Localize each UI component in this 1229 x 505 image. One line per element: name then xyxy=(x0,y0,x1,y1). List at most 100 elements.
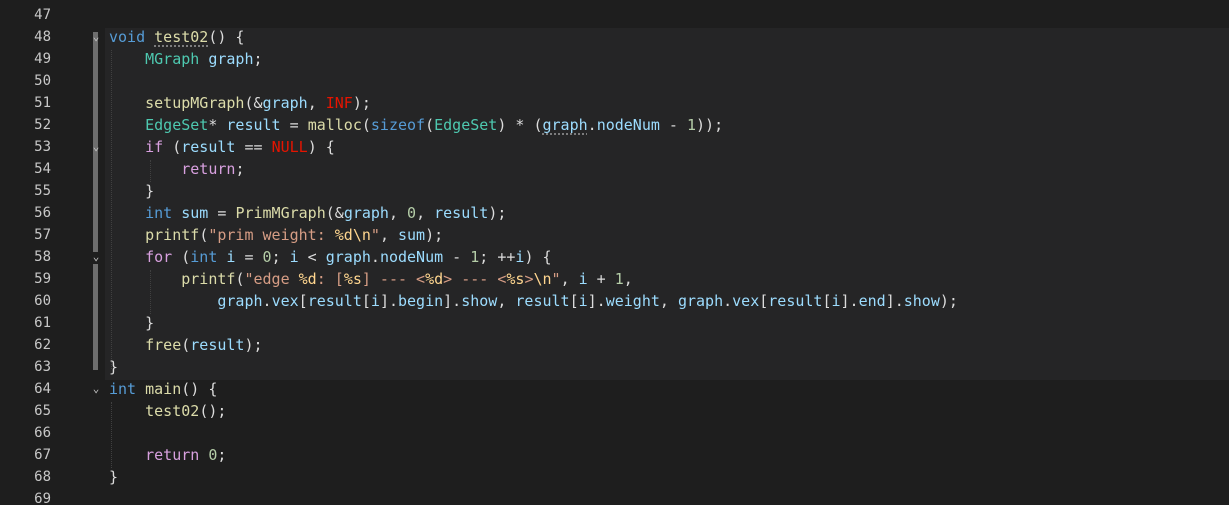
code-token: sizeof xyxy=(370,116,426,134)
code-token: ; xyxy=(271,248,290,266)
code-token: i xyxy=(370,292,380,310)
code-token: ( xyxy=(172,248,191,266)
code-line[interactable]: 63} xyxy=(0,356,1229,378)
code-line[interactable]: 51 setupMGraph(&graph, INF); xyxy=(0,92,1229,114)
code-text: int main() { xyxy=(109,378,217,400)
code-token: , xyxy=(379,226,398,244)
code-token: 1 xyxy=(687,116,697,134)
code-token: , xyxy=(416,204,435,222)
fold-chevron-icon[interactable]: ⌄ xyxy=(90,378,102,400)
code-text: setupMGraph(&graph, INF); xyxy=(109,92,371,114)
code-token: ); xyxy=(244,336,263,354)
line-number: 54 xyxy=(34,161,51,177)
code-line[interactable]: 50 xyxy=(0,70,1229,92)
line-number: 51 xyxy=(34,95,51,111)
code-token: INF xyxy=(325,94,353,112)
code-token: ); xyxy=(939,292,958,310)
code-line[interactable]: 69 xyxy=(0,488,1229,505)
code-token: result xyxy=(515,292,570,310)
code-token: (); xyxy=(199,402,227,420)
code-token: test02 xyxy=(145,402,200,420)
code-token: i xyxy=(831,292,841,310)
code-token: ( xyxy=(361,116,371,134)
code-token: i xyxy=(289,248,299,266)
code-token: 0 xyxy=(407,204,417,222)
code-token: graph xyxy=(343,204,389,222)
code-token: sum xyxy=(398,226,426,244)
code-token: graph xyxy=(262,94,308,112)
code-line[interactable]: 65 test02(); xyxy=(0,400,1229,422)
code-line[interactable]: 67 return 0; xyxy=(0,444,1229,466)
code-line[interactable]: 56 int sum = PrimMGraph(&graph, 0, resul… xyxy=(0,202,1229,224)
line-number: 67 xyxy=(34,447,51,463)
code-token: free xyxy=(145,336,182,354)
code-token: , xyxy=(307,94,326,112)
line-number: 50 xyxy=(34,73,51,89)
code-token: - xyxy=(659,116,687,134)
fold-chevron-icon[interactable]: ⌄ xyxy=(90,26,102,48)
code-line[interactable]: 52 EdgeSet* result = malloc(sizeof(EdgeS… xyxy=(0,114,1229,136)
code-token: * xyxy=(208,116,227,134)
code-token: result xyxy=(434,204,489,222)
code-text: graph.vex[result[i].begin].show, result[… xyxy=(109,290,958,312)
code-token: i xyxy=(578,292,588,310)
code-line[interactable]: 61 } xyxy=(0,312,1229,334)
code-text: } xyxy=(109,356,118,378)
code-line[interactable]: 64 ⌄ int main() { xyxy=(0,378,1229,400)
line-number: 65 xyxy=(34,403,51,419)
code-line[interactable]: 66 xyxy=(0,422,1229,444)
code-line[interactable]: 68} xyxy=(0,466,1229,488)
code-token: "prim weight: xyxy=(208,226,335,244)
code-line[interactable]: 48 ⌄ void test02() { xyxy=(0,26,1229,48)
code-token: ]. xyxy=(840,292,859,310)
code-token: ]. xyxy=(379,292,398,310)
code-line[interactable]: 58 ⌄ for (int i = 0; i < graph.nodeNum - … xyxy=(0,246,1229,268)
code-token: ] --- < xyxy=(361,270,426,288)
code-token: ( xyxy=(199,226,209,244)
code-token: . xyxy=(587,116,597,134)
code-token: ( xyxy=(163,138,182,156)
code-token: , xyxy=(623,270,633,288)
code-token: (& xyxy=(244,94,263,112)
code-token: printf xyxy=(145,226,200,244)
code-line[interactable]: 60 graph.vex[result[i].begin].show, resu… xyxy=(0,290,1229,312)
code-text: MGraph graph; xyxy=(109,48,262,70)
code-token: , xyxy=(560,270,579,288)
line-number: 53 xyxy=(34,139,51,155)
code-line[interactable]: 54 return; xyxy=(0,158,1229,180)
code-token: )); xyxy=(696,116,724,134)
code-token: , xyxy=(659,292,678,310)
line-number: 55 xyxy=(34,183,51,199)
code-line[interactable]: 59 printf("edge %d: [%s] --- <%d> --- <%… xyxy=(0,268,1229,290)
code-token: [ xyxy=(361,292,371,310)
code-token: > --- < xyxy=(443,270,507,288)
code-text: return 0; xyxy=(109,444,226,466)
code-token: } xyxy=(109,314,155,332)
fold-chevron-icon[interactable]: ⌄ xyxy=(90,136,102,158)
code-text: EdgeSet* result = malloc(sizeof(EdgeSet)… xyxy=(109,114,723,136)
code-line[interactable]: 53 ⌄ if (result == NULL) { xyxy=(0,136,1229,158)
code-token: + xyxy=(587,270,615,288)
code-token: " xyxy=(370,226,380,244)
code-line[interactable]: 49 MGraph graph; xyxy=(0,48,1229,70)
code-line[interactable]: 47 xyxy=(0,4,1229,26)
code-token: graph xyxy=(677,292,724,310)
code-line[interactable]: 55 } xyxy=(0,180,1229,202)
code-token: nodeNum xyxy=(596,116,660,134)
code-token: ) { xyxy=(307,138,335,156)
code-editor[interactable]: 47 48 ⌄ void test02() {49 MGraph graph; 50 51… xyxy=(0,0,1229,505)
fold-chevron-icon[interactable]: ⌄ xyxy=(90,246,102,268)
code-line[interactable]: 62 free(result); xyxy=(0,334,1229,356)
code-text: return; xyxy=(109,158,244,180)
code-token: ; ++ xyxy=(479,248,516,266)
code-line[interactable]: 57 printf("prim weight: %d\n", sum); xyxy=(0,224,1229,246)
code-token: EdgeSet xyxy=(434,116,498,134)
code-token: PrimMGraph xyxy=(235,204,326,222)
